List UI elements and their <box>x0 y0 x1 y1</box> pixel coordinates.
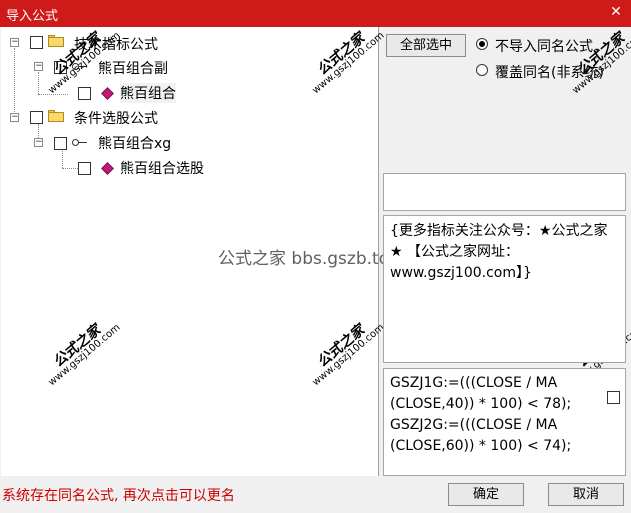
tree-checkbox[interactable] <box>30 111 43 124</box>
code-line: (CLOSE,60)) * 100) < 74); <box>390 438 572 454</box>
select-all-button[interactable]: 全部选中 <box>386 34 466 57</box>
radio-no-import-label[interactable]: 不导入同名公式 <box>495 36 593 56</box>
code-line: (CLOSE,40)) * 100) < 78); <box>390 396 572 412</box>
code-line: GSZJ1G:=(((CLOSE / MA <box>390 375 558 391</box>
tree-expander[interactable]: − <box>10 113 19 122</box>
tree-expander[interactable]: − <box>34 62 43 71</box>
tree-node-label[interactable]: 条件选股公式 <box>74 108 158 128</box>
key-icon <box>72 138 88 148</box>
close-icon[interactable]: ✕ <box>607 3 625 21</box>
tree-guide-line <box>38 72 39 94</box>
status-message: 系统存在同名公式, 再次点击可以更名 <box>2 488 235 504</box>
code-checkbox[interactable] <box>607 391 620 404</box>
tree-node-label[interactable]: 熊百组合 <box>120 83 176 103</box>
name-field-box[interactable] <box>383 173 626 211</box>
tree-checkbox[interactable] <box>54 137 67 150</box>
tree-checkbox[interactable] <box>78 162 91 175</box>
tree-expander[interactable]: − <box>34 138 43 147</box>
radio-overwrite[interactable] <box>476 64 488 76</box>
radio-no-import[interactable] <box>476 38 488 50</box>
tree-node-label[interactable]: 熊百组合选股 <box>120 158 204 178</box>
tree-node-label[interactable]: 熊百组合副 <box>98 58 168 78</box>
cancel-button[interactable]: 取消 <box>548 483 624 506</box>
description-text: {更多指标关注公众号：★公式之家★ 【公式之家网址：www.gszj100.co… <box>390 223 608 281</box>
tree-checkbox[interactable] <box>30 36 43 49</box>
ok-button[interactable]: 确定 <box>448 483 524 506</box>
tree-guide-line <box>14 48 15 118</box>
title-bar: 导入公式 ✕ <box>0 0 631 27</box>
tree-guide-line <box>62 148 63 168</box>
code-line: GSZJ2G:=(((CLOSE / MA <box>390 417 558 433</box>
tree-checkbox[interactable] <box>78 87 91 100</box>
folder-icon <box>48 110 64 122</box>
folder-icon <box>48 35 64 47</box>
radio-overwrite-label[interactable]: 覆盖同名(非系统) <box>495 62 604 82</box>
tree-expander[interactable]: − <box>10 38 19 47</box>
window-title: 导入公式 <box>6 9 59 24</box>
watermark-stamp: 公式之家www.gszj100.com <box>563 22 631 97</box>
tree-node-label[interactable]: 熊百组合xg <box>98 133 171 153</box>
watermark-center-text: 公式之家 bbs.gszb.top <box>218 249 400 269</box>
